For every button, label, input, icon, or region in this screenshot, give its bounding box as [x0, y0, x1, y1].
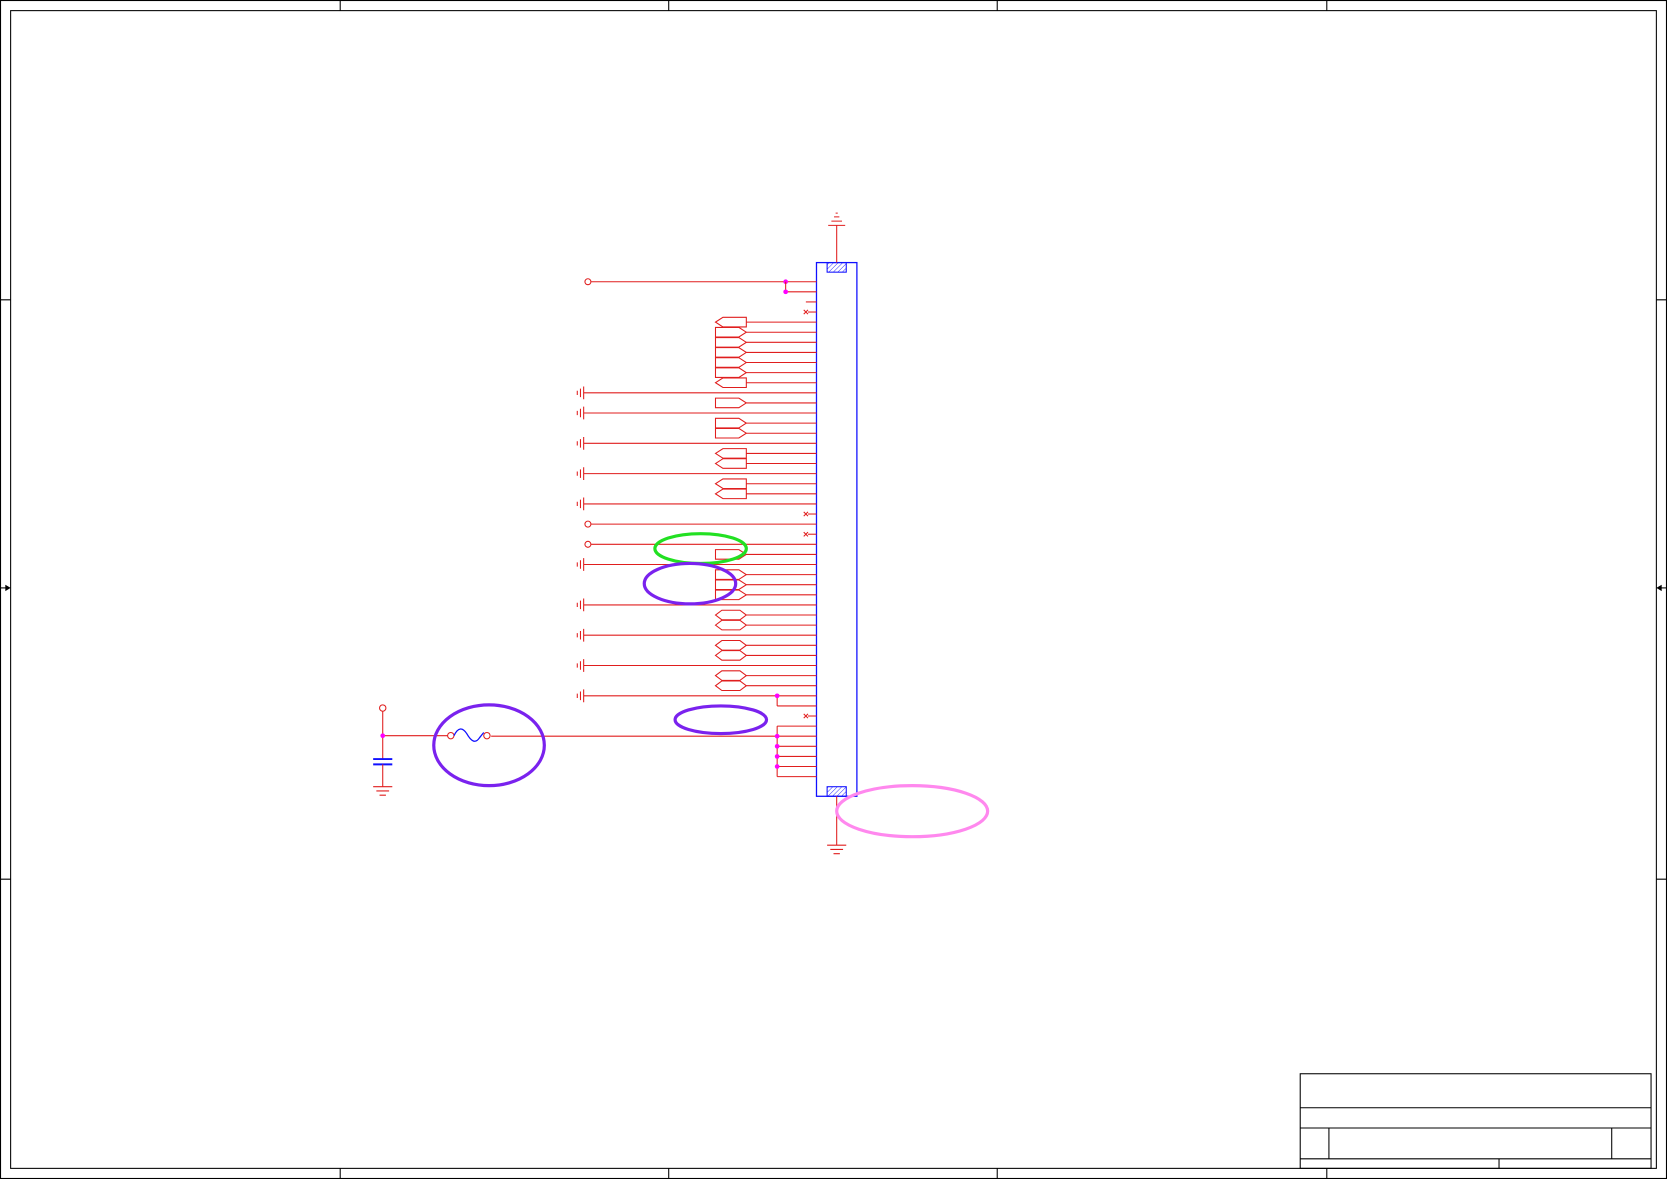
off-page-port-icon [714, 316, 747, 328]
off-page-port-icon [714, 337, 748, 348]
off-page-port-icon [714, 377, 747, 389]
highlight-ellipse-green [653, 532, 748, 566]
fuse-terminal [447, 731, 455, 740]
ground-icon [576, 558, 585, 571]
connector-mount-pad-top [826, 262, 847, 273]
off-page-port-icon [714, 680, 748, 692]
ground-icon [828, 212, 846, 226]
ground-icon [576, 628, 585, 642]
power-input-circuit [373, 704, 491, 796]
off-page-port-icon [714, 488, 747, 500]
outer-border [0, 0, 1667, 1179]
connector-pin-wiring [491, 278, 817, 778]
schematic-canvas [0, 0, 1667, 1179]
zone-ticks-bottom [339, 1168, 1328, 1179]
ground-icon [576, 386, 585, 400]
junction-dot [783, 289, 788, 295]
off-page-port-icon [714, 448, 747, 459]
title-block [1299, 1073, 1652, 1169]
open-terminal-icon [379, 704, 387, 712]
off-page-port-icon [714, 347, 748, 358]
junction-dot [774, 754, 780, 759]
capacitor-icon [373, 758, 393, 766]
off-page-port-icon [714, 639, 748, 651]
no-connect-icon [803, 309, 809, 315]
center-arrow-right-icon [1656, 584, 1667, 592]
junction-dot [380, 733, 386, 739]
top-shield-ground [828, 212, 846, 263]
ground-icon [373, 786, 393, 796]
open-terminal-icon [584, 520, 592, 528]
zone-ticks-top [339, 0, 1328, 11]
inner-border [10, 10, 1657, 1169]
no-connect-icon [803, 713, 809, 719]
ground-icon [576, 436, 585, 450]
off-page-port-icon [714, 326, 748, 338]
highlight-annotations [432, 532, 990, 839]
ground-icon [576, 689, 585, 703]
off-page-port-icon [714, 579, 748, 591]
fuse-icon [447, 728, 491, 742]
ground-icon [576, 659, 585, 672]
off-page-port-icon [714, 427, 748, 439]
off-page-port-icon [714, 417, 748, 429]
junction-dot [774, 743, 780, 749]
connector-mount-pad-bottom [826, 786, 847, 797]
off-page-port-icon [714, 458, 747, 469]
off-page-port-icon [714, 650, 748, 661]
connector [815, 261, 858, 797]
off-page-port-icon [714, 357, 748, 368]
ground-icon [576, 598, 585, 612]
fuse-terminal [483, 731, 491, 740]
off-page-port-icon [714, 397, 748, 409]
open-terminal-icon [584, 540, 592, 548]
ground-icon [576, 497, 585, 511]
ground-icon [576, 406, 585, 420]
ground-icon [827, 844, 847, 855]
connector-body [815, 261, 858, 797]
off-page-port-icon [714, 619, 748, 631]
off-page-port-icon [714, 367, 748, 378]
off-page-port-icon [714, 670, 748, 681]
junction-dot [774, 764, 780, 769]
open-terminal-icon [584, 278, 592, 286]
highlight-ellipse-purple [673, 704, 769, 736]
drawing-frame [0, 0, 1667, 1179]
junction-dot [774, 733, 780, 739]
no-connect-icon [803, 511, 809, 517]
off-page-port-icon [714, 609, 748, 621]
junction-dot [774, 693, 780, 699]
fuse-element [453, 728, 485, 742]
center-arrow-left-icon [0, 584, 11, 592]
no-connect-icon [803, 531, 809, 537]
title-block-outline [1299, 1073, 1652, 1169]
highlight-ellipse-pink [835, 784, 990, 839]
off-page-port-icon [714, 478, 747, 490]
ground-icon [576, 467, 585, 480]
bottom-shield-ground [827, 796, 847, 855]
highlight-ellipse-purple [432, 703, 546, 788]
